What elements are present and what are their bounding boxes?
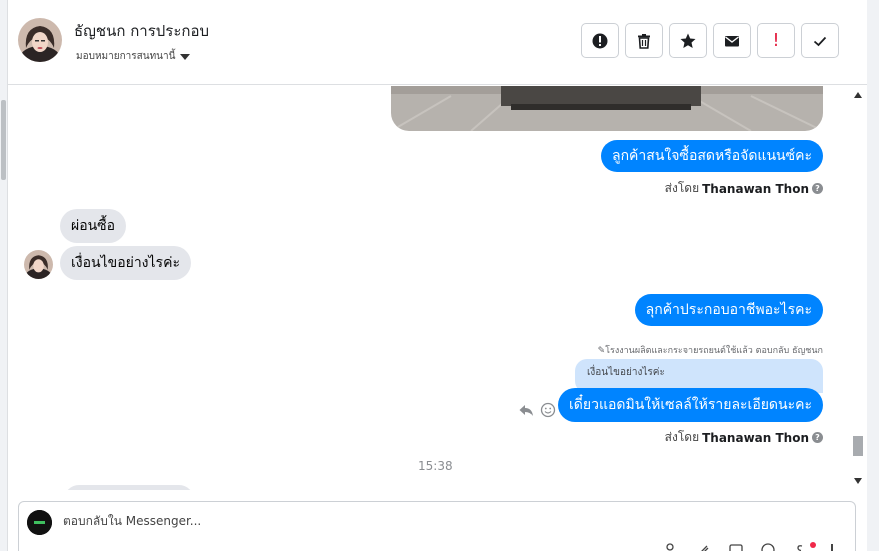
reply-icon[interactable]	[518, 402, 534, 418]
right-edge	[867, 0, 879, 551]
message-thread[interactable]: ลูกค้าสนใจซื้อสดหรือจัดแนนซ์คะ ส่งโดย Th…	[8, 86, 850, 490]
sent-by-name[interactable]: Thanawan Thon	[702, 431, 809, 445]
delete-button[interactable]	[625, 23, 663, 58]
thread-scrollbar-thumb[interactable]	[853, 436, 863, 456]
mark-unread-button[interactable]	[713, 23, 751, 58]
help-icon[interactable]: ?	[812, 183, 823, 194]
contact-avatar[interactable]	[18, 18, 62, 62]
report-spam-button[interactable]	[581, 23, 619, 58]
sent-by-label: ส่งโดย Thanawan Thon ?	[665, 179, 823, 198]
star-icon	[680, 33, 696, 48]
message-hover-actions	[518, 402, 556, 418]
scroll-down-arrow[interactable]	[854, 478, 862, 484]
sent-by-label: ส่งโดย Thanawan Thon ?	[665, 428, 823, 447]
assign-conversation-dropdown[interactable]: มอบหมายการสนทนานี้	[76, 49, 191, 64]
shared-photo-message[interactable]	[391, 86, 823, 131]
sent-by-prefix: ส่งโดย	[664, 181, 700, 195]
dollar-icon[interactable]	[792, 542, 808, 551]
contact-avatar-small[interactable]	[24, 250, 53, 279]
reply-input[interactable]	[63, 514, 763, 528]
reply-context-note: ✎โรงงานผลิตและกระจายรถยนต์ใช้แล้ว ตอบกลั…	[597, 346, 823, 356]
image-icon[interactable]	[728, 542, 744, 551]
add-person-icon[interactable]	[664, 542, 680, 551]
header-actions: !	[581, 23, 839, 58]
contact-name[interactable]: ธัญชนก การประกอบ	[74, 19, 209, 43]
check-icon	[813, 36, 827, 46]
help-icon[interactable]: ?	[812, 432, 823, 443]
left-scrollbar[interactable]	[0, 0, 8, 551]
incoming-message-partial[interactable]	[64, 485, 194, 490]
report-spam-icon	[592, 33, 608, 48]
emoji-icon[interactable]	[760, 542, 776, 551]
like-icon[interactable]	[824, 542, 840, 551]
timestamp: 15:38	[418, 459, 453, 473]
conversation-header: ธัญชนก การประกอบ มอบหมายการสนทนานี้ !	[8, 0, 867, 85]
page-avatar	[27, 510, 52, 535]
exclamation-icon: !	[772, 30, 780, 51]
inbox-conversation-window: ธัญชนก การประกอบ มอบหมายการสนทนานี้ ! ลู…	[0, 0, 879, 551]
outgoing-message[interactable]: เดี๋ยวแอดมินให้เซลล์ให้รายละเอียดนะคะ	[558, 388, 823, 422]
reply-composer	[18, 501, 856, 551]
emoji-icon[interactable]	[540, 402, 556, 418]
assign-label: มอบหมายการสนทนานี้	[76, 51, 176, 62]
incoming-message[interactable]: เงื่อนไขอย่างไรค่ะ	[60, 246, 191, 280]
scroll-up-arrow[interactable]	[854, 92, 862, 98]
mark-done-button[interactable]	[801, 23, 839, 58]
incoming-message[interactable]: ผ่อนซื้อ	[60, 209, 127, 243]
trash-icon	[638, 33, 650, 49]
attachment-icon[interactable]	[696, 542, 712, 551]
outgoing-message[interactable]: ลูกค้าสนใจซื้อสดหรือจัดแนนซ์คะ	[601, 140, 823, 172]
sent-by-prefix: ส่งโดย	[664, 430, 700, 444]
star-button[interactable]	[669, 23, 707, 58]
sent-by-name[interactable]: Thanawan Thon	[702, 182, 809, 196]
outgoing-message[interactable]: ลุกค้าประกอบอาชีพอะไรคะ	[634, 294, 823, 326]
follow-up-button[interactable]: !	[757, 23, 795, 58]
envelope-icon	[725, 35, 739, 46]
caret-down-icon	[180, 53, 191, 60]
thread-scrollbar[interactable]	[851, 86, 865, 490]
left-scrollbar-thumb[interactable]	[1, 100, 6, 180]
notification-dot	[810, 542, 816, 548]
